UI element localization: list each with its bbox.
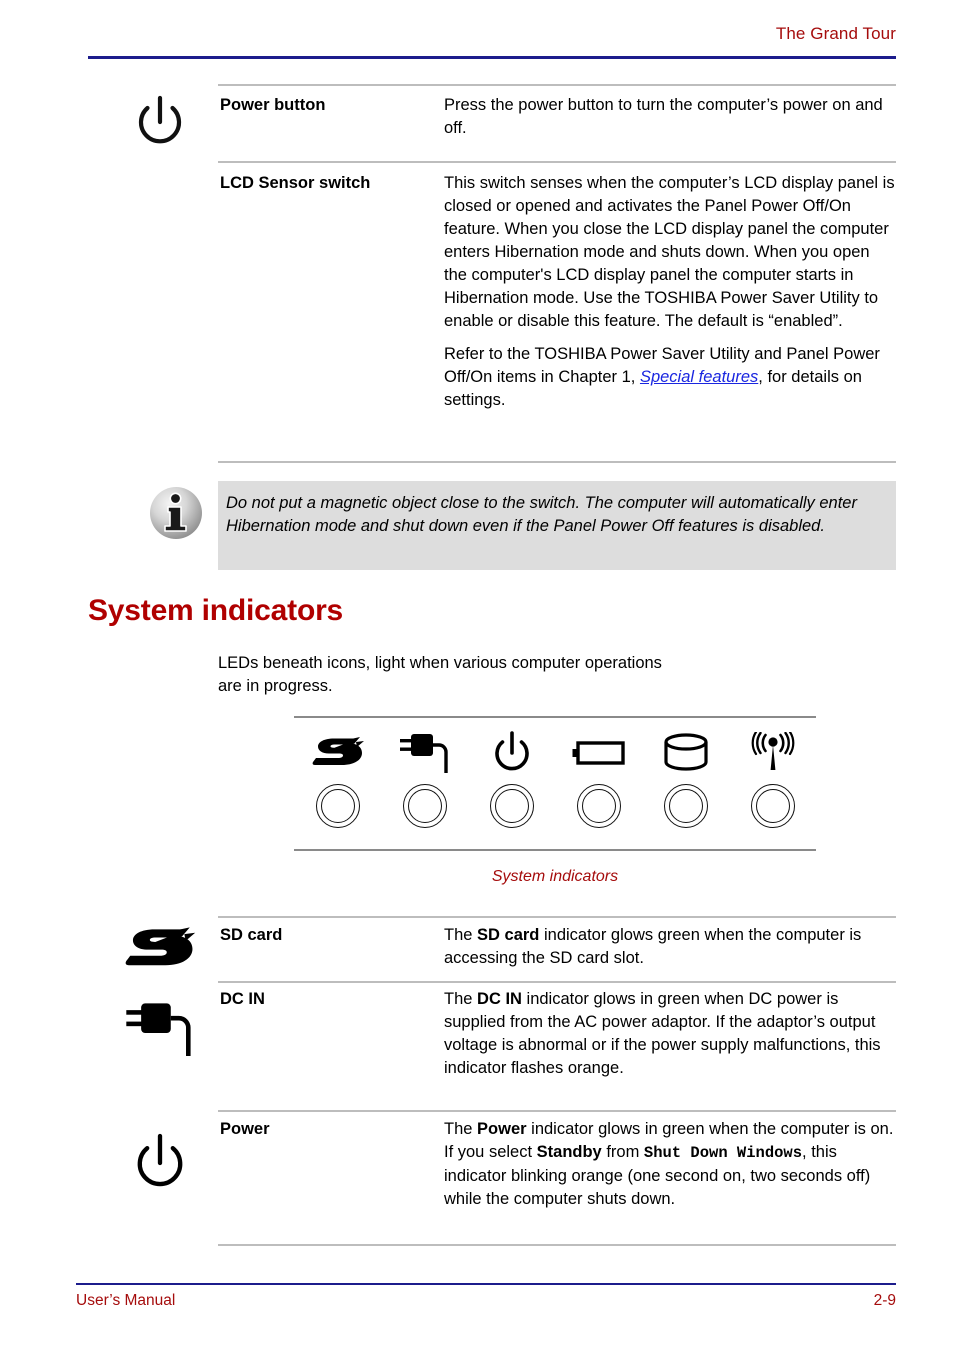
led-indicator — [576, 784, 621, 828]
battery-icon — [571, 730, 627, 776]
info-icon — [146, 483, 206, 543]
row-paragraph: The SD card indicator glows green when t… — [444, 924, 896, 970]
sd-card-icon — [112, 926, 208, 977]
row-label: LCD Sensor switch — [220, 174, 371, 192]
footer-divider — [76, 1283, 896, 1285]
table-rule — [218, 916, 896, 918]
row-label: SD card — [220, 926, 283, 944]
table-rule — [218, 161, 896, 163]
hard-disk-icon — [662, 730, 710, 776]
desc-text: from — [601, 1143, 644, 1161]
note-text: Do not put a magnetic object close to th… — [226, 494, 857, 535]
led-indicator — [489, 784, 534, 828]
desc-term: Power — [477, 1120, 527, 1138]
dc-in-plug-icon — [112, 998, 208, 1065]
row-paragraph-reference: Refer to the TOSHIBA Power Saver Utility… — [444, 343, 896, 412]
footer-manual-label: User’s Manual — [76, 1292, 176, 1309]
table-rule — [218, 84, 896, 86]
row-description: Press the power button to turn the compu… — [444, 94, 896, 140]
row-label: Power — [220, 1120, 270, 1138]
desc-term-standby: Standby — [536, 1143, 602, 1161]
system-indicators-diagram — [294, 716, 816, 851]
document-page: The Grand Tour Power button Press the po… — [0, 0, 954, 1352]
led-indicator — [663, 784, 708, 828]
diagram-cell-hard-disk — [642, 718, 729, 849]
power-icon — [112, 1130, 208, 1201]
sd-card-icon — [307, 730, 369, 776]
table-rule — [218, 1244, 896, 1246]
dc-in-plug-icon — [397, 730, 453, 776]
row-description: The Power indicator glows in green when … — [444, 1118, 896, 1211]
wireless-icon — [747, 730, 799, 776]
row-label: Power button — [220, 96, 326, 114]
desc-term: SD card — [477, 926, 540, 944]
desc-text: The — [444, 1120, 478, 1138]
table-rule — [218, 1110, 896, 1112]
diagram-cell-sd-card — [294, 718, 381, 849]
power-icon — [112, 94, 208, 161]
table-rule — [218, 981, 896, 983]
row-paragraph: This switch senses when the computer’s L… — [444, 174, 895, 330]
section-intro: LEDs beneath icons, light when various c… — [218, 654, 662, 695]
row-paragraph: The DC IN indicator glows in green when … — [444, 988, 896, 1080]
section-heading: System indicators — [88, 594, 344, 627]
row-description: The SD card indicator glows green when t… — [444, 924, 896, 970]
row-label: DC IN — [220, 990, 265, 1008]
row-description: The DC IN indicator glows in green when … — [444, 988, 896, 1080]
diagram-cell-wireless — [729, 718, 816, 849]
led-indicator — [750, 784, 795, 828]
diagram-cells — [294, 718, 816, 849]
diagram-cell-dc-in — [381, 718, 468, 849]
desc-term-shutdown-windows: Shut Down Windows — [643, 1144, 803, 1162]
diagram-caption: System indicators — [491, 868, 619, 885]
note-box: Do not put a magnetic object close to th… — [218, 481, 896, 570]
row-paragraph: Press the power button to turn the compu… — [444, 96, 883, 137]
desc-term: DC IN — [477, 990, 522, 1008]
led-indicator — [402, 784, 447, 828]
row-paragraph: The Power indicator glows in green when … — [444, 1118, 896, 1211]
desc-text: The — [444, 990, 478, 1008]
diagram-rule-bottom — [294, 849, 816, 851]
power-icon — [489, 730, 535, 776]
page-number: 2-9 — [873, 1292, 896, 1309]
diagram-cell-power — [468, 718, 555, 849]
row-description: This switch senses when the computer’s L… — [444, 172, 896, 412]
led-indicator — [315, 784, 360, 828]
desc-text: The — [444, 926, 478, 944]
header-title: The Grand Tour — [775, 24, 896, 43]
header-divider — [88, 56, 896, 59]
special-features-link[interactable]: Special features — [640, 368, 758, 386]
diagram-cell-battery — [555, 718, 642, 849]
page-header: The Grand Tour — [88, 24, 896, 44]
table-rule — [218, 461, 896, 463]
page-footer: User’s Manual 2-9 — [76, 1292, 896, 1310]
